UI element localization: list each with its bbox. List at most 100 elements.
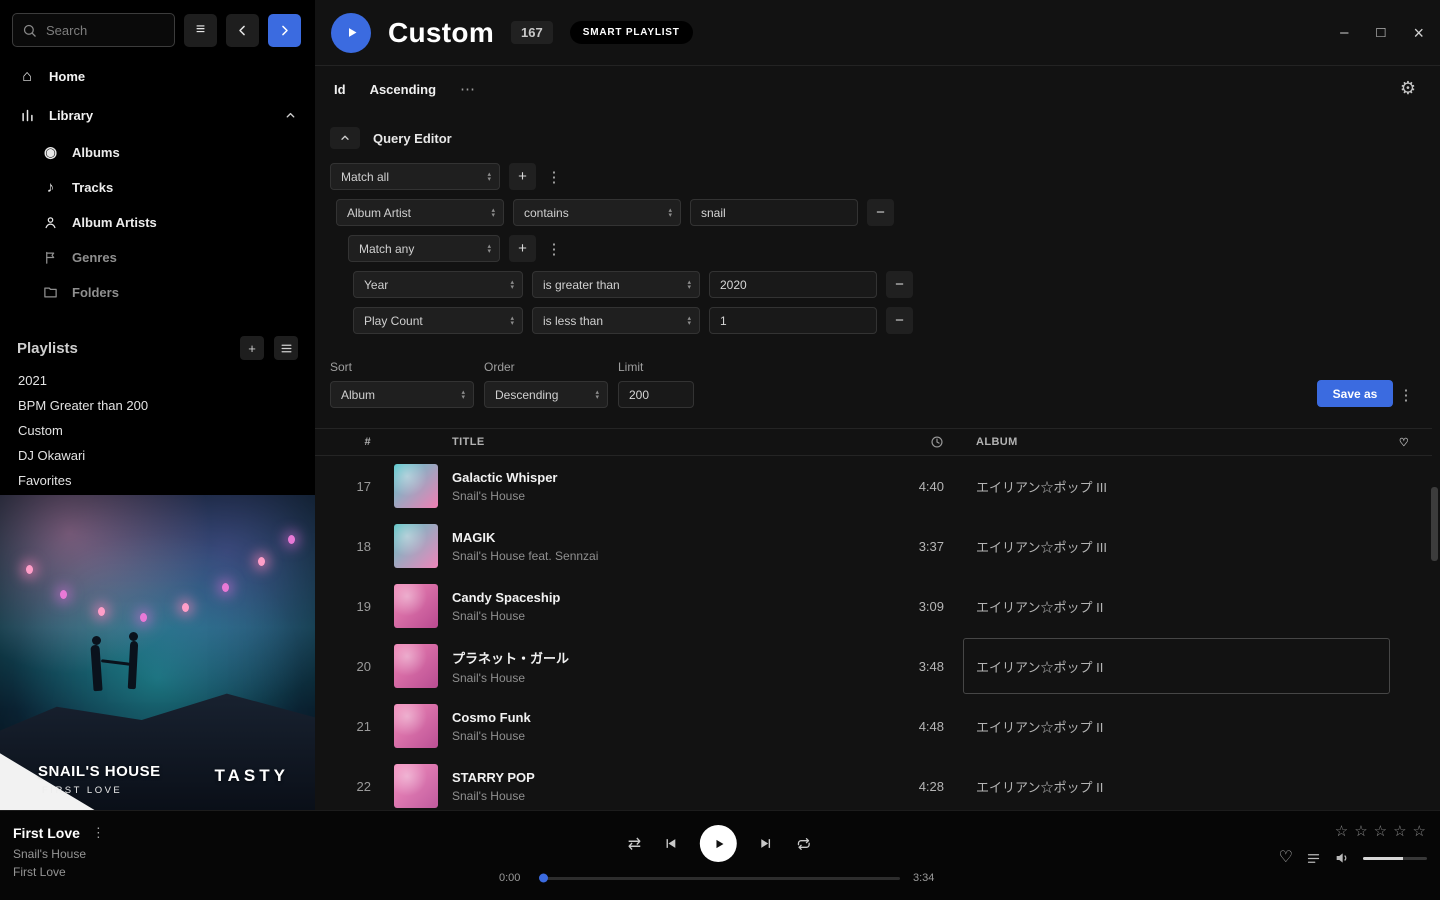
rule-operator-select[interactable]: is less than	[532, 307, 700, 334]
gear-icon[interactable]: ⚙	[1400, 78, 1416, 99]
track-options-button[interactable]: ⋮	[92, 825, 105, 841]
match-any-select[interactable]: Match any	[348, 235, 500, 262]
plus-icon: +	[518, 240, 527, 257]
table-row[interactable]: 18 MAGIK Snail's House feat. Sennzai 3:3…	[315, 516, 1432, 576]
previous-button[interactable]	[663, 836, 678, 851]
sidebar-item-label: Folders	[72, 285, 119, 300]
menu-button[interactable]: ≡	[184, 14, 217, 47]
remove-rule-button[interactable]: −	[867, 199, 894, 226]
table-row[interactable]: 22 STARRY POP Snail's House 4:28 エイリアン☆ポ…	[315, 756, 1432, 810]
play-button[interactable]	[700, 825, 737, 862]
page-title: Custom	[388, 17, 494, 49]
add-playlist-button[interactable]: +	[240, 336, 264, 360]
limit-input[interactable]	[618, 381, 694, 408]
chevron-up-icon[interactable]	[284, 109, 297, 122]
library-icon	[18, 108, 36, 123]
select-value: is less than	[543, 314, 603, 328]
repeat-button[interactable]	[796, 836, 812, 852]
star-icon[interactable]: ☆	[1335, 822, 1348, 840]
shuffle-button[interactable]: ⇄	[628, 834, 641, 854]
sidebar-item-albums[interactable]: ◉ Albums	[42, 135, 315, 170]
artwork-brand: TASTY	[215, 766, 289, 786]
close-button[interactable]: ×	[1413, 24, 1424, 42]
table-header: # TITLE ALBUM ♡	[315, 428, 1432, 456]
playlist-item[interactable]: Custom	[0, 418, 315, 443]
more-options-button[interactable]: ⋯	[460, 80, 475, 98]
favorite-button[interactable]: ♡	[1279, 850, 1293, 866]
sidebar-item-folders[interactable]: Folders	[42, 275, 315, 310]
table-row[interactable]: 17 Galactic Whisper Snail's House 4:40 エ…	[315, 456, 1432, 516]
remove-rule-button[interactable]: −	[886, 271, 913, 298]
sidebar-item-home[interactable]: ⌂ Home	[0, 57, 315, 96]
group-options-button[interactable]: ⋮	[545, 240, 563, 258]
collapse-query-editor-button[interactable]	[330, 127, 360, 149]
header-title[interactable]: TITLE	[452, 436, 884, 448]
add-rule-button[interactable]: +	[509, 235, 536, 262]
chevron-up-icon	[339, 132, 351, 144]
star-icon[interactable]: ☆	[1393, 822, 1406, 840]
save-as-button[interactable]: Save as	[1317, 380, 1393, 407]
playlist-item[interactable]: DJ Okawari	[0, 443, 315, 468]
rule-operator-select[interactable]: is greater than	[532, 271, 700, 298]
header-duration[interactable]	[884, 435, 944, 449]
star-icon[interactable]: ☆	[1374, 822, 1387, 840]
playlist-item[interactable]: 2021	[0, 368, 315, 393]
search-input[interactable]	[44, 22, 165, 39]
playlist-item[interactable]: BPM Greater than 200	[0, 393, 315, 418]
sort-select[interactable]: Album	[330, 381, 474, 408]
select-value: Match all	[341, 170, 389, 184]
table-row[interactable]: 19 Candy Spaceship Snail's House 3:09 エイ…	[315, 576, 1432, 636]
rule-field-select[interactable]: Album Artist	[336, 199, 504, 226]
remove-rule-button[interactable]: −	[886, 307, 913, 334]
sidebar-item-label: Home	[49, 69, 85, 84]
track-duration: 3:37	[884, 539, 944, 554]
header-number[interactable]: #	[315, 436, 371, 448]
volume-slider[interactable]	[1363, 857, 1427, 860]
select-value: Album	[341, 388, 375, 402]
seek-bar[interactable]	[540, 877, 900, 880]
rule-operator-select[interactable]: contains	[513, 199, 681, 226]
group-options-button[interactable]: ⋮	[545, 168, 563, 186]
track-duration: 4:28	[884, 779, 944, 794]
play-playlist-button[interactable]	[331, 13, 371, 53]
rule-field-select[interactable]: Year	[353, 271, 523, 298]
artwork-artist: SNAIL'S HOUSE	[38, 763, 161, 780]
back-button[interactable]	[226, 14, 259, 47]
rule-value-input[interactable]	[709, 271, 877, 298]
search-box[interactable]	[12, 13, 175, 47]
volume-button[interactable]	[1334, 850, 1350, 866]
forward-button[interactable]	[268, 14, 301, 47]
header-album[interactable]: ALBUM	[976, 436, 1376, 448]
star-icon[interactable]: ☆	[1413, 822, 1426, 840]
track-number: 19	[315, 599, 371, 614]
rule-value-input[interactable]	[690, 199, 858, 226]
sidebar-item-label: Albums	[72, 145, 120, 160]
add-rule-button[interactable]: +	[509, 163, 536, 190]
header-favorite[interactable]: ♡	[1376, 436, 1432, 449]
flag-icon	[42, 250, 59, 265]
save-options-button[interactable]: ⋮	[1397, 386, 1415, 404]
minimize-button[interactable]: –	[1340, 25, 1348, 40]
sidebar-item-library[interactable]: Library	[0, 96, 315, 135]
sidebar-item-genres[interactable]: Genres	[42, 240, 315, 275]
next-button[interactable]	[759, 836, 774, 851]
player-bar: First Love ⋮ Snail's House First Love ⇄ …	[0, 810, 1440, 900]
table-row[interactable]: 21 Cosmo Funk Snail's House 4:48 エイリアン☆ポ…	[315, 696, 1432, 756]
maximize-button[interactable]: □	[1376, 25, 1385, 40]
match-all-select[interactable]: Match all	[330, 163, 500, 190]
order-select[interactable]: Descending	[484, 381, 608, 408]
scrollbar-thumb[interactable]	[1431, 487, 1438, 561]
track-artist: Snail's House	[452, 789, 884, 803]
queue-button[interactable]	[1306, 851, 1321, 866]
table-row[interactable]: 20 プラネット・ガール Snail's House 3:48 エイリアン☆ポッ…	[315, 636, 1432, 696]
star-icon[interactable]: ☆	[1354, 822, 1367, 840]
sort-field-button[interactable]: Id	[334, 82, 346, 97]
rule-field-select[interactable]: Play Count	[353, 307, 523, 334]
sidebar-item-album-artists[interactable]: Album Artists	[42, 205, 315, 240]
sort-direction-button[interactable]: Ascending	[370, 82, 436, 97]
playlist-options-button[interactable]	[274, 336, 298, 360]
sidebar-item-tracks[interactable]: ♪ Tracks	[42, 170, 315, 205]
rule-value-input[interactable]	[709, 307, 877, 334]
seek-handle[interactable]	[539, 874, 548, 883]
playlist-item[interactable]: Favorites	[0, 468, 315, 493]
